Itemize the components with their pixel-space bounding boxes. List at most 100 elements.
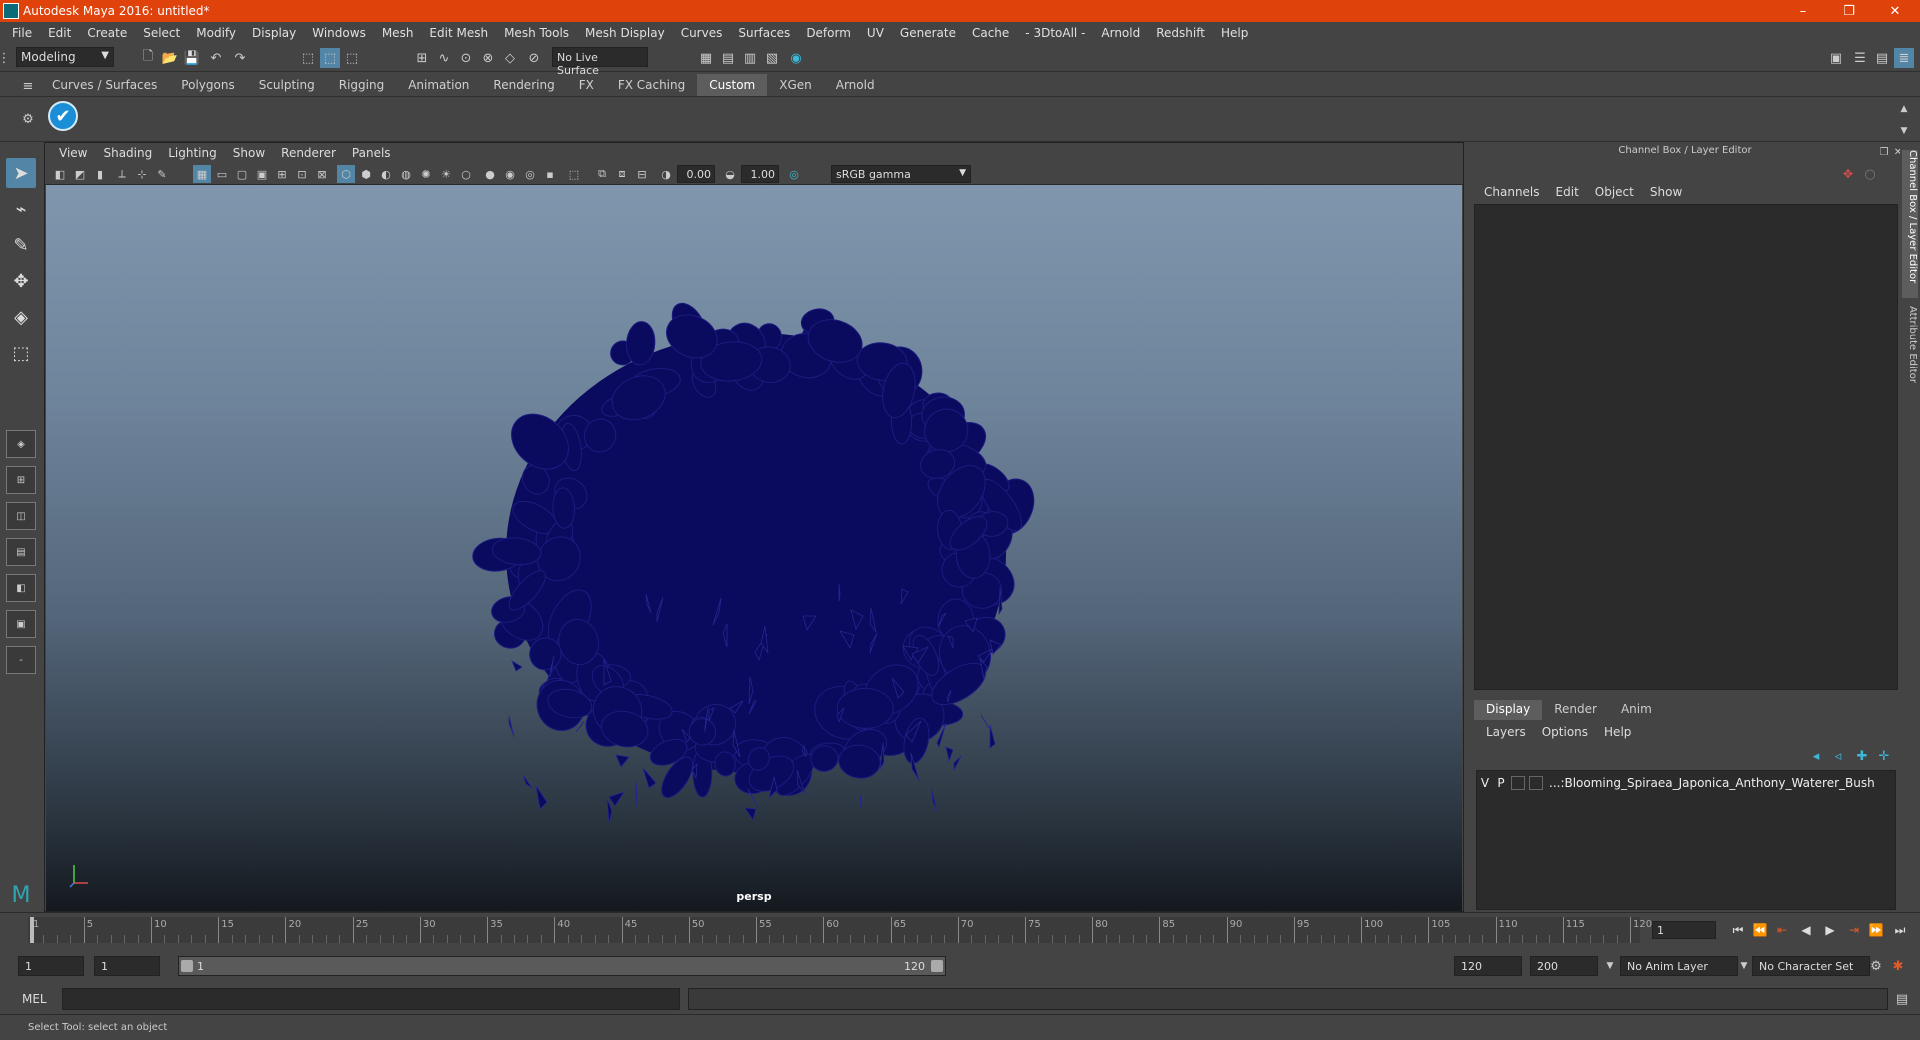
panel-menu-shading[interactable]: Shading <box>95 146 160 160</box>
depth-of-field-icon[interactable]: ◎ <box>521 165 539 183</box>
wireframe-icon[interactable]: ⬡ <box>337 165 355 183</box>
textured-icon[interactable]: ◍ <box>397 165 415 183</box>
paint-select-tool-icon[interactable]: ✎ <box>6 230 36 260</box>
menu-cache[interactable]: Cache <box>964 26 1017 40</box>
gamma-field[interactable]: 1.00 <box>741 165 779 183</box>
snap-point-icon[interactable]: ⊙ <box>456 48 476 68</box>
range-end-handle[interactable] <box>931 960 943 972</box>
save-scene-icon[interactable]: 💾 <box>182 48 202 68</box>
gate-mask-icon[interactable]: ▣ <box>253 165 271 183</box>
wireframe-on-shaded-icon[interactable]: ◐ <box>377 165 395 183</box>
channel-menu-show[interactable]: Show <box>1642 185 1690 199</box>
layer-menu-options[interactable]: Options <box>1534 725 1596 739</box>
current-frame-marker[interactable] <box>30 917 34 943</box>
menu-surfaces[interactable]: Surfaces <box>730 26 798 40</box>
backface-culling-icon[interactable]: ⊟ <box>633 165 651 183</box>
channel-menu-channels[interactable]: Channels <box>1476 185 1548 199</box>
menu-edit[interactable]: Edit <box>40 26 79 40</box>
tab-attribute-editor[interactable]: Attribute Editor <box>1902 306 1918 396</box>
scale-tool-icon[interactable]: ⬚ <box>6 338 36 368</box>
mode-selector[interactable]: Modeling ▼ <box>16 47 114 67</box>
snap-projected-icon[interactable]: ⊗ <box>478 48 498 68</box>
grease-pencil-icon[interactable]: ✎ <box>153 165 171 183</box>
select-object-icon[interactable]: ⬚ <box>320 48 340 68</box>
menu-help[interactable]: Help <box>1213 26 1256 40</box>
resolution-gate-icon[interactable]: ▢ <box>233 165 251 183</box>
channel-box-toggle-icon[interactable]: ≣ <box>1894 48 1914 68</box>
move-layer-down-icon[interactable]: ◃ <box>1828 746 1848 766</box>
close-button[interactable]: ✕ <box>1872 0 1918 22</box>
menu-mesh[interactable]: Mesh <box>374 26 422 40</box>
playback-start-field[interactable]: 1 <box>94 956 160 976</box>
character-set-dropdown[interactable]: No Character Set <box>1752 956 1870 976</box>
ambient-occlusion-icon[interactable]: ○ <box>457 165 475 183</box>
current-frame-field[interactable]: 1 <box>1652 921 1716 939</box>
menu-arnold[interactable]: Arnold <box>1093 26 1148 40</box>
menu-display[interactable]: Display <box>244 26 304 40</box>
snap-curve-icon[interactable]: ∿ <box>434 48 454 68</box>
use-all-lights-icon[interactable]: ✺ <box>417 165 435 183</box>
step-back-frame-icon[interactable]: ⏪ <box>1750 921 1770 939</box>
xray-joints-icon[interactable]: ⧉ <box>593 165 611 183</box>
tab-xgen[interactable]: XGen <box>767 74 824 96</box>
hypershade-layout-icon[interactable]: ▣ <box>6 610 36 638</box>
channel-box-area[interactable] <box>1474 204 1898 690</box>
panel-menu-lighting[interactable]: Lighting <box>160 146 225 160</box>
layer-playback-toggle[interactable]: P <box>1493 776 1509 790</box>
outliner-icon[interactable]: ☰ <box>1850 48 1870 68</box>
tab-fx-caching[interactable]: FX Caching <box>605 74 698 96</box>
render-sequence-icon[interactable]: ▤ <box>718 48 738 68</box>
tab-arnold[interactable]: Arnold <box>823 74 887 96</box>
tab-render[interactable]: Render <box>1542 700 1609 720</box>
move-layer-up-icon[interactable]: ◂ <box>1806 746 1826 766</box>
snap-view-plane-icon[interactable]: ◇ <box>500 48 520 68</box>
menu-deform[interactable]: Deform <box>798 26 859 40</box>
layer-color-swatch[interactable] <box>1529 776 1543 790</box>
speed-icon[interactable]: ○ <box>1860 164 1880 184</box>
render-frame-icon[interactable]: ▦ <box>696 48 716 68</box>
channel-menu-edit[interactable]: Edit <box>1548 185 1587 199</box>
menu-3dtoall[interactable]: - 3DtoAll - <box>1017 26 1093 40</box>
xray-icon[interactable]: ⬚ <box>565 165 583 183</box>
side-by-side-layout-icon[interactable]: ◫ <box>6 502 36 530</box>
playback-end-field[interactable]: 120 <box>1454 956 1522 976</box>
single-perspective-layout-icon[interactable]: ◈ <box>6 430 36 458</box>
chevron-down-icon[interactable]: ▼ <box>1600 956 1620 976</box>
layer-menu-help[interactable]: Help <box>1596 725 1639 739</box>
shelf-scroll-down-icon[interactable]: ▼ <box>1894 121 1914 141</box>
smooth-shade-icon[interactable]: ⬢ <box>357 165 375 183</box>
layer-visibility-toggle[interactable]: V <box>1477 776 1493 790</box>
panel-menu-panels[interactable]: Panels <box>344 146 399 160</box>
panel-menu-view[interactable]: View <box>51 146 95 160</box>
four-view-layout-icon[interactable]: ⊞ <box>6 466 36 494</box>
custom-shelf-button-icon[interactable]: ✔ <box>48 101 78 131</box>
layer-row[interactable]: V P ...:Blooming_Spiraea_Japonica_Anthon… <box>1477 773 1895 793</box>
color-management-icon[interactable]: ◎ <box>785 165 803 183</box>
rotate-tool-icon[interactable]: ◈ <box>6 302 36 332</box>
tab-custom[interactable]: Custom <box>697 74 768 96</box>
channel-menu-object[interactable]: Object <box>1587 185 1642 199</box>
step-back-key-icon[interactable]: ⇤ <box>1772 921 1792 939</box>
animation-prefs-icon[interactable]: ✱ <box>1888 956 1908 976</box>
menu-select[interactable]: Select <box>135 26 188 40</box>
menu-redshift[interactable]: Redshift <box>1148 26 1213 40</box>
persp-outliner-layout-icon[interactable]: ◧ <box>6 574 36 602</box>
undo-icon[interactable]: ↶ <box>206 48 226 68</box>
new-layer-icon[interactable]: ✚ <box>1852 746 1872 766</box>
image-plane-icon[interactable]: ⟂ <box>113 165 131 183</box>
command-input[interactable] <box>62 988 680 1010</box>
shelf-menu-icon[interactable]: ≡ <box>18 76 38 96</box>
scene-end-field[interactable]: 200 <box>1530 956 1598 976</box>
select-camera-icon[interactable]: ◧ <box>51 165 69 183</box>
manipulator-icon[interactable]: ✥ <box>1838 164 1858 184</box>
safe-title-icon[interactable]: ⊠ <box>313 165 331 183</box>
menu-uv[interactable]: UV <box>859 26 892 40</box>
timeline-ruler[interactable]: 1 5 10 15 20 25 30 35 40 45 50 55 60 65 70 75 80 85 90 95 10… <box>28 917 1652 943</box>
go-to-start-icon[interactable]: ⏮ <box>1728 921 1748 939</box>
new-layer-selected-icon[interactable]: ✛ <box>1874 746 1894 766</box>
tool-settings-icon[interactable]: ▤ <box>1872 48 1892 68</box>
2d-pan-zoom-icon[interactable]: ⊹ <box>133 165 151 183</box>
menu-create[interactable]: Create <box>79 26 135 40</box>
menu-mesh-tools[interactable]: Mesh Tools <box>496 26 577 40</box>
make-live-icon[interactable]: ⊘ <box>524 48 544 68</box>
